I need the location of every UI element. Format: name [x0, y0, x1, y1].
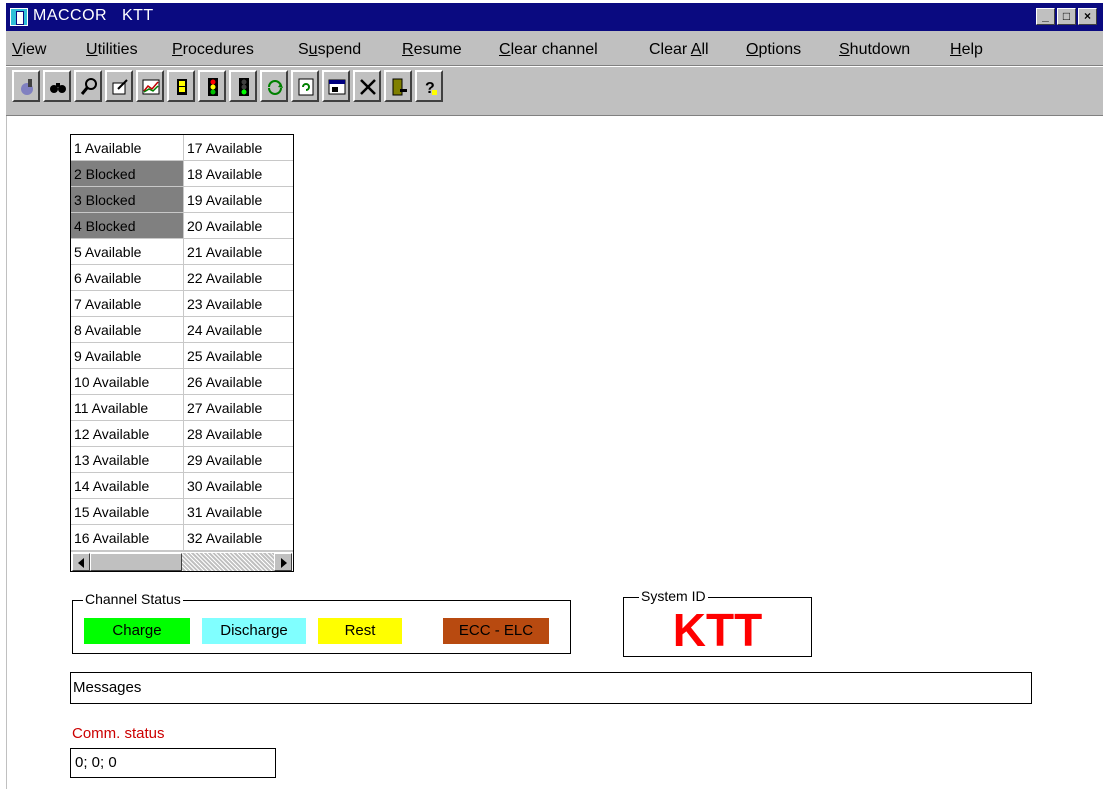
magnifier-icon[interactable] [74, 70, 102, 102]
menu-utilities[interactable]: Utilities [86, 41, 138, 59]
scroll-right-button[interactable] [274, 553, 292, 571]
refresh-page-icon[interactable] [291, 70, 319, 102]
channel-cell[interactable]: 15 Available [71, 499, 183, 525]
system-id-title: System ID [639, 588, 708, 604]
channel-cell[interactable]: 23 Available [184, 291, 293, 317]
door-exit-icon[interactable] [384, 70, 412, 102]
menu-clear-channel[interactable]: Clear channel [499, 41, 598, 59]
menu-shutdown[interactable]: Shutdown [839, 41, 910, 59]
help-icon[interactable]: ? [415, 70, 443, 102]
maximize-button[interactable]: □ [1057, 8, 1076, 25]
scroll-left-button[interactable] [72, 553, 90, 571]
channel-cell[interactable]: 14 Available [71, 473, 183, 499]
channel-status-title: Channel Status [83, 591, 183, 607]
channel-cell[interactable]: 12 Available [71, 421, 183, 447]
scroll-track[interactable] [182, 553, 274, 571]
menu-clear-all[interactable]: Clear All [649, 41, 709, 59]
legend-rest: Rest [318, 618, 402, 644]
channel-cell[interactable]: 10 Available [71, 369, 183, 395]
menu-view[interactable]: View [12, 41, 46, 59]
channel-cell[interactable]: 27 Available [184, 395, 293, 421]
channel-status-group: Channel Status Charge Discharge Rest ECC… [72, 591, 571, 654]
channel-cell[interactable]: 31 Available [184, 499, 293, 525]
legend-ecc-elc: ECC - ELC [443, 618, 549, 644]
channel-cell[interactable]: 32 Available [184, 525, 293, 551]
window-title: MACCOR KTT [33, 7, 154, 24]
window-icon[interactable] [322, 70, 350, 102]
comm-status-label: Comm. status [72, 725, 165, 742]
channel-cell[interactable]: 8 Available [71, 317, 183, 343]
channel-cell[interactable]: 22 Available [184, 265, 293, 291]
channel-cell[interactable]: 21 Available [184, 239, 293, 265]
binoculars-icon[interactable] [43, 70, 71, 102]
channel-cell[interactable]: 20 Available [184, 213, 293, 239]
channel-cell[interactable]: 5 Available [71, 239, 183, 265]
channel-cell[interactable]: 2 Blocked [71, 161, 183, 187]
channel-cell[interactable]: 7 Available [71, 291, 183, 317]
channel-cell[interactable]: 16 Available [71, 525, 183, 551]
app-icon[interactable] [10, 8, 28, 26]
channel-cell[interactable]: 3 Blocked [71, 187, 183, 213]
system-id-group: System ID KTT [623, 588, 812, 657]
scroll-thumb[interactable] [90, 553, 182, 571]
menu-suspend[interactable]: Suspend [298, 41, 361, 59]
traffic-light-green-icon[interactable] [229, 70, 257, 102]
title-bar[interactable]: MACCOR KTT _ □ × [6, 3, 1103, 31]
delete-icon[interactable] [353, 70, 381, 102]
channel-cell[interactable]: 25 Available [184, 343, 293, 369]
menu-options[interactable]: Options [746, 41, 801, 59]
channel-cell[interactable]: 30 Available [184, 473, 293, 499]
battery-icon[interactable] [167, 70, 195, 102]
traffic-light-icon[interactable] [198, 70, 226, 102]
channel-cell[interactable]: 6 Available [71, 265, 183, 291]
channel-cell[interactable]: 1 Available [71, 135, 183, 161]
close-button[interactable]: × [1078, 8, 1097, 25]
messages-field[interactable]: Messages [70, 672, 1032, 704]
channel-cell[interactable]: 26 Available [184, 369, 293, 395]
cycle-icon[interactable] [260, 70, 288, 102]
channel-cell[interactable]: 17 Available [184, 135, 293, 161]
channel-cell[interactable]: 18 Available [184, 161, 293, 187]
channel-grid[interactable]: 1 Available 2 Blocked 3 Blocked 4 Blocked 5 … [70, 134, 294, 572]
menu-help[interactable]: Help [950, 41, 983, 59]
channel-cell[interactable]: 9 Available [71, 343, 183, 369]
channel-cell[interactable]: 24 Available [184, 317, 293, 343]
channel-cell[interactable]: 11 Available [71, 395, 183, 421]
channel-cell[interactable]: 19 Available [184, 187, 293, 213]
minimize-button[interactable]: _ [1036, 8, 1055, 25]
main-window: MACCOR KTT _ □ × View Utilities Procedur… [0, 0, 1103, 789]
edit-icon[interactable] [105, 70, 133, 102]
menu-resume[interactable]: Resume [402, 41, 462, 59]
graph-icon[interactable] [136, 70, 164, 102]
run-test-icon[interactable] [12, 70, 40, 102]
window-border [6, 116, 7, 789]
legend-discharge: Discharge [202, 618, 306, 644]
horizontal-scrollbar[interactable] [71, 551, 293, 571]
system-id-value: KTT [672, 604, 763, 656]
menu-procedures[interactable]: Procedures [172, 41, 254, 59]
menu-bar: View Utilities Procedures Suspend Resume… [6, 31, 1103, 66]
channel-cell[interactable]: 4 Blocked [71, 213, 183, 239]
channel-cell[interactable]: 13 Available [71, 447, 183, 473]
comm-status-field[interactable]: 0; 0; 0 [70, 748, 276, 778]
legend-charge: Charge [84, 618, 190, 644]
channel-cell[interactable]: 29 Available [184, 447, 293, 473]
channel-cell[interactable]: 28 Available [184, 421, 293, 447]
window-controls: _ □ × [1036, 8, 1097, 25]
toolbar: ? [6, 66, 1103, 116]
